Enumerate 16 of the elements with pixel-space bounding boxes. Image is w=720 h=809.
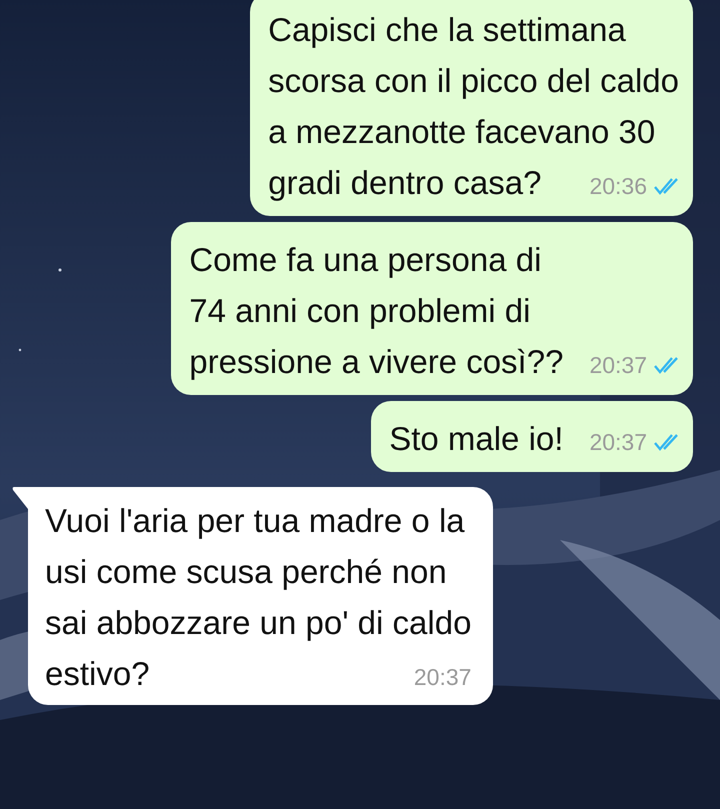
message-line: 74 anni con problemi di [189,291,532,331]
message-line: pressione a vivere così?? [189,343,564,380]
message-line: Capisci che la settimana [268,10,627,50]
message-line: a mezzanotte facevano 30 [268,112,656,152]
message-line: sai abbozzare un po' di caldo [45,603,472,643]
message-line: gradi dentro casa? [268,164,542,201]
message-line: Vuoi l'aria per tua madre o la [45,501,466,541]
message-line: Sto male io! [389,420,564,457]
message-time: 20:37 [589,428,647,457]
message-line: estivo? [45,655,150,692]
message-line: scorsa con il picco del caldo [268,61,679,101]
message-time: 20:37 [414,663,472,692]
message-time: 20:36 [589,172,647,201]
message-line: Come fa una persona di [189,240,542,280]
message-line: usi come scusa perché non [45,552,448,592]
message-time: 20:37 [589,351,647,380]
